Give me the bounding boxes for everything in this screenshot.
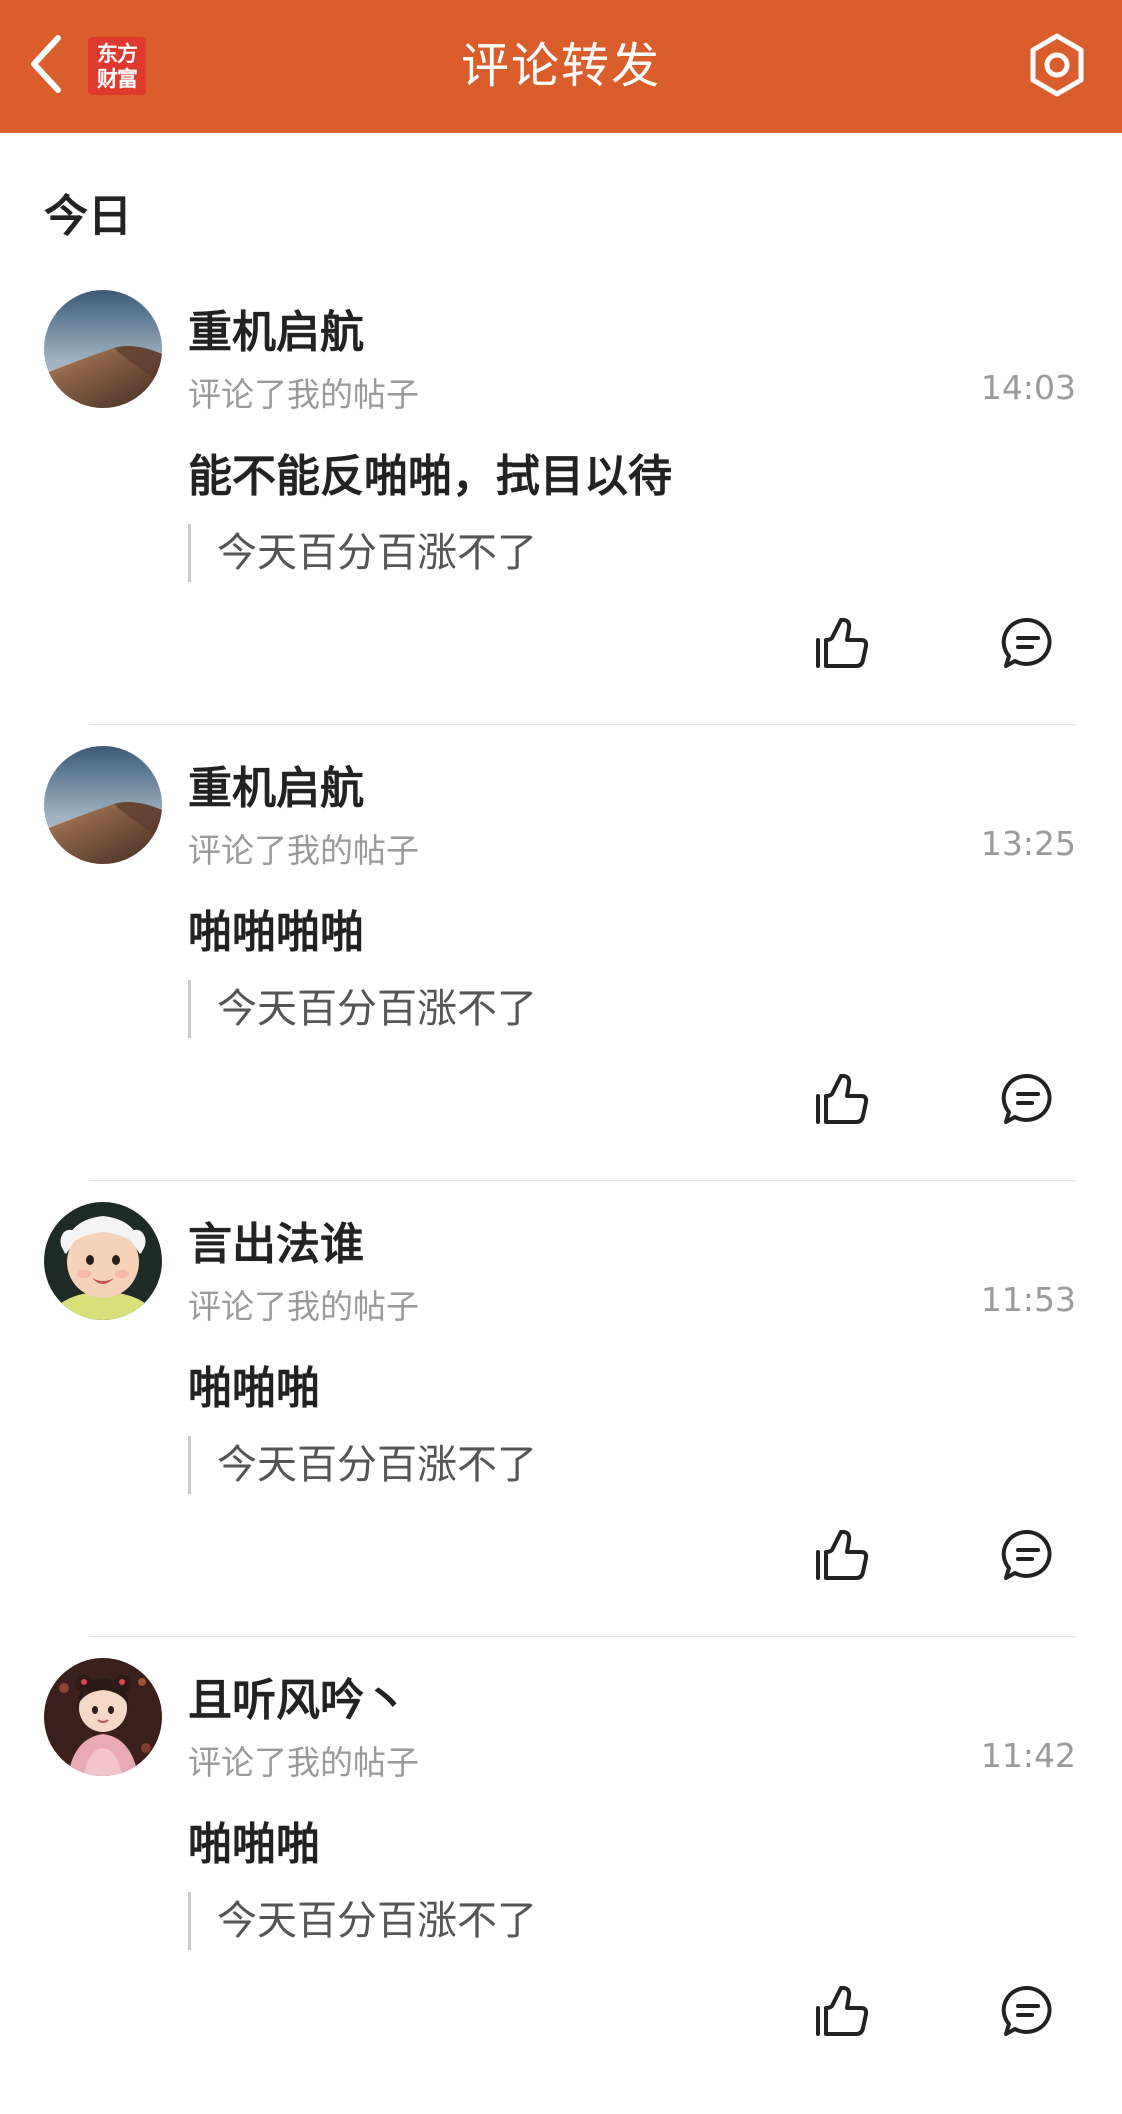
timestamp: 11:53	[980, 1280, 1076, 1319]
divider	[90, 724, 1076, 725]
username[interactable]: 重机启航	[188, 296, 364, 360]
gear-icon	[1022, 30, 1092, 104]
thumbs-up-icon	[812, 1070, 870, 1132]
top-bar: 东方 财富 评论转发	[0, 0, 1122, 133]
comment-bubble-icon	[999, 614, 1057, 676]
reply-button[interactable]	[995, 1068, 1061, 1134]
quoted-post[interactable]: 今天百分百涨不了	[188, 980, 537, 1038]
action-text: 评论了我的帖子	[188, 375, 419, 414]
divider	[90, 1180, 1076, 1181]
like-button[interactable]	[808, 612, 874, 678]
comment-text: 啪啪啪	[188, 1819, 320, 1870]
comment-text: 啪啪啪啪	[188, 907, 364, 958]
thumbs-up-icon	[812, 614, 870, 676]
notification-item[interactable]: 且听风吟丶 评论了我的帖子 11:42 啪啪啪 今天百分百涨不了	[0, 1658, 1122, 2114]
notification-item[interactable]: 重机启航 评论了我的帖子 14:03 能不能反啪啪，拭目以待 今天百分百涨不了	[0, 290, 1122, 746]
like-button[interactable]	[808, 1980, 874, 2046]
notification-item[interactable]: 言出法谁 评论了我的帖子 11:53 啪啪啪 今天百分百涨不了	[0, 1202, 1122, 1658]
notification-item[interactable]: 重机启航 评论了我的帖子 13:25 啪啪啪啪 今天百分百涨不了	[0, 746, 1122, 1202]
thumbs-up-icon	[812, 1982, 870, 2044]
avatar[interactable]	[44, 746, 162, 864]
comment-text: 啪啪啪	[188, 1363, 320, 1414]
comment-text: 能不能反啪啪，拭目以待	[188, 451, 672, 502]
page-title: 评论转发	[460, 38, 661, 94]
action-text: 评论了我的帖子	[188, 1287, 419, 1326]
timestamp: 13:25	[980, 824, 1076, 863]
reply-button[interactable]	[995, 1980, 1061, 2046]
timestamp: 11:42	[980, 1736, 1076, 1775]
username[interactable]: 重机启航	[188, 752, 364, 816]
quoted-post[interactable]: 今天百分百涨不了	[188, 524, 537, 582]
username[interactable]: 且听风吟丶	[188, 1664, 408, 1728]
comment-bubble-icon	[999, 1982, 1057, 2044]
reply-button[interactable]	[995, 612, 1061, 678]
timestamp: 14:03	[980, 368, 1076, 407]
quoted-post[interactable]: 今天百分百涨不了	[188, 1436, 537, 1494]
avatar[interactable]	[44, 1202, 162, 1320]
section-label-today: 今日	[44, 191, 132, 242]
avatar[interactable]	[44, 290, 162, 408]
comment-bubble-icon	[999, 1070, 1057, 1132]
comment-bubble-icon	[999, 1526, 1057, 1588]
action-text: 评论了我的帖子	[188, 1743, 419, 1782]
like-button[interactable]	[808, 1524, 874, 1590]
action-text: 评论了我的帖子	[188, 831, 419, 870]
reply-button[interactable]	[995, 1524, 1061, 1590]
username[interactable]: 言出法谁	[188, 1208, 364, 1272]
avatar[interactable]	[44, 1658, 162, 1776]
like-button[interactable]	[808, 1068, 874, 1134]
settings-button[interactable]	[1020, 30, 1094, 104]
quoted-post[interactable]: 今天百分百涨不了	[188, 1892, 537, 1950]
thumbs-up-icon	[812, 1526, 870, 1588]
divider	[90, 1636, 1076, 1637]
